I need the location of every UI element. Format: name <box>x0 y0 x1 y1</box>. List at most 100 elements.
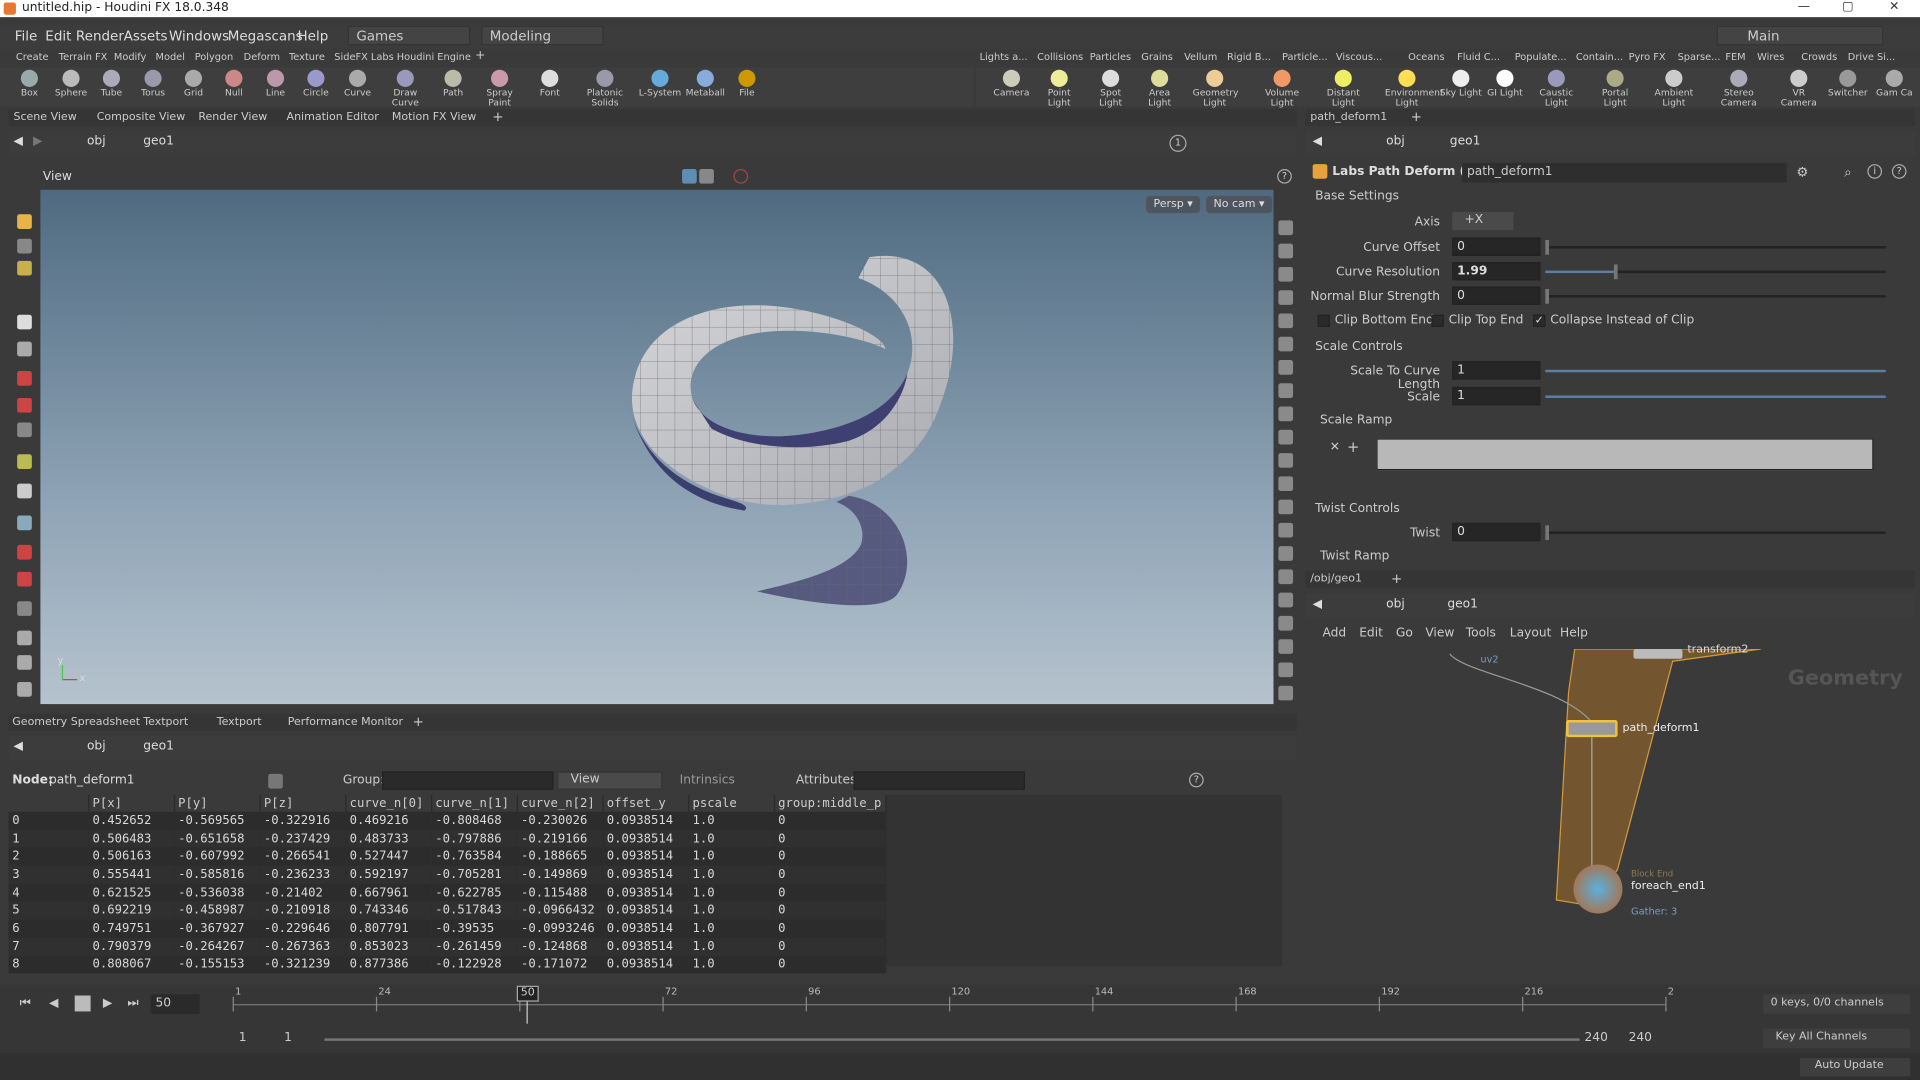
shelf-tool-area-light[interactable]: Area Light <box>1138 67 1182 107</box>
scale-to-curve-length-slider[interactable] <box>1545 369 1886 373</box>
current-frame-field[interactable]: 50 <box>150 994 200 1014</box>
display-option-icon[interactable] <box>1278 243 1294 259</box>
view-dropdown[interactable]: View <box>557 771 663 790</box>
left-tool-icon[interactable] <box>17 544 32 560</box>
range-end[interactable]: 240 <box>1585 1031 1608 1044</box>
shelf-tool-geometry-light[interactable]: Geometry Light <box>1193 67 1238 107</box>
column-header[interactable]: offset_y <box>602 794 689 812</box>
display-option-icon[interactable] <box>1278 639 1294 654</box>
sheet-help-icon[interactable]: ? <box>1188 772 1204 788</box>
scale-slider[interactable] <box>1545 395 1886 398</box>
range-start-2[interactable]: 1 <box>284 1031 292 1044</box>
shelf-tab-modify[interactable]: Modify <box>114 51 146 62</box>
shelf-tool-gam-ca[interactable]: Gam Ca <box>1872 67 1916 106</box>
display-option-icon[interactable] <box>1278 453 1294 468</box>
scale-to-curve-length-field[interactable]: 1 <box>1452 361 1541 380</box>
shelf-tab-right-5[interactable]: Rigid B... <box>1227 51 1271 62</box>
column-header[interactable]: P[y] <box>173 794 261 812</box>
network-editor[interactable]: Geometry uv2 transform2 path_deform1 Blo… <box>1305 644 1916 983</box>
shelf-tool-metaball[interactable]: Metaball <box>683 67 727 106</box>
tab-motion-fx-view[interactable]: Motion FX View <box>392 111 476 123</box>
range-start[interactable]: 1 <box>239 1031 247 1044</box>
display-option-icon[interactable] <box>1278 546 1294 561</box>
menu-edit[interactable]: Edit <box>45 28 71 44</box>
record-icon[interactable] <box>733 168 749 184</box>
add-network-tab-icon[interactable]: + <box>1391 571 1402 587</box>
table-row[interactable]: 6 0.749751 -0.367927 -0.229646 0.807791 -0.39… <box>8 919 887 938</box>
shelf-tab-right-10[interactable]: Populate... <box>1515 51 1567 62</box>
play-reverse-button[interactable]: ◀ <box>49 997 58 1010</box>
table-row[interactable]: 3 0.555441 -0.585816 -0.236233 0.592197 -0.70… <box>8 865 887 884</box>
curve-offset-slider[interactable] <box>1545 246 1886 249</box>
column-header[interactable]: P[x] <box>88 794 175 812</box>
jump-end-button[interactable]: ⏭ <box>127 997 138 1010</box>
param-breadcrumb-geo1[interactable]: geo1 <box>1450 135 1481 148</box>
shelf-tab-houdini-engine[interactable]: Houdini Engine <box>397 51 471 62</box>
desktop-main-dropdown[interactable]: Main <box>1716 25 1884 46</box>
group-field[interactable] <box>382 771 554 790</box>
left-tool-icon[interactable] <box>17 341 32 357</box>
shelf-tab-polygon[interactable]: Polygon <box>195 51 233 62</box>
range-slider[interactable] <box>324 1038 1580 1041</box>
gear-icon[interactable]: ⚙ <box>1796 164 1808 180</box>
left-tool-icon[interactable] <box>17 214 32 229</box>
pin-icon[interactable]: 1 <box>1169 134 1187 152</box>
shelf-tool-spray-paint[interactable]: Spray Paint <box>478 67 522 107</box>
shelf-tool-ambient-light[interactable]: Ambient Light <box>1652 67 1696 107</box>
shelf-tab-right-7[interactable]: Viscous... <box>1336 51 1382 62</box>
section-twist-controls[interactable]: Twist Controls <box>1315 502 1400 515</box>
search-icon[interactable]: ⌕ <box>1844 164 1852 181</box>
shelf-tool-font[interactable]: Font <box>528 67 572 106</box>
left-tool-icon[interactable] <box>17 655 32 670</box>
shelf-tab-deform[interactable]: Deform <box>244 51 280 62</box>
shelf-tool-grid[interactable]: Grid <box>171 67 215 106</box>
left-tool-icon[interactable] <box>17 571 32 587</box>
network-back-arrow-icon[interactable]: ◀ <box>1313 598 1322 611</box>
twist-slider[interactable] <box>1545 531 1886 534</box>
axis-dropdown[interactable]: +X <box>1452 211 1514 231</box>
intrinsics-dropdown[interactable]: Intrinsics <box>680 774 735 787</box>
normal-blur-strength-field[interactable]: 0 <box>1452 286 1541 305</box>
shelf-tab-right-14[interactable]: FEM <box>1725 51 1745 62</box>
shelf-tab-right-12[interactable]: Pyro FX <box>1629 51 1666 62</box>
clip-top-checkbox[interactable] <box>1431 314 1444 327</box>
left-tool-icon[interactable] <box>17 371 32 386</box>
display-option-icon[interactable] <box>1278 522 1294 538</box>
add-tab-icon[interactable]: + <box>492 109 503 125</box>
menu-megascans[interactable]: Megascans <box>228 28 303 44</box>
shelf-tool-portal-light[interactable]: Portal Light <box>1593 67 1637 107</box>
display-icon[interactable] <box>699 168 714 184</box>
maximize-button[interactable]: ▢ <box>1829 0 1866 13</box>
desktop-modeling-dropdown[interactable]: Modeling <box>481 25 604 46</box>
display-option-icon[interactable] <box>1278 290 1294 305</box>
network-menu-tools[interactable]: Tools <box>1466 627 1496 640</box>
table-row[interactable]: 0 0.452652 -0.569565 -0.322916 0.469216 -0.80… <box>8 811 887 830</box>
menu-windows[interactable]: Windows <box>169 28 229 44</box>
curve-resolution-field[interactable]: 1.99 <box>1452 262 1541 281</box>
display-option-icon[interactable] <box>1278 336 1294 352</box>
column-header[interactable]: curve_n[2] <box>516 794 604 812</box>
shelf-tool-circle[interactable]: Circle <box>294 67 338 106</box>
info-icon[interactable]: i <box>1867 164 1883 179</box>
playhead-marker[interactable]: 50 <box>516 985 539 1002</box>
column-header[interactable]: curve_n[0] <box>345 794 432 812</box>
network-menu-add[interactable]: Add <box>1322 627 1346 640</box>
param-help-icon[interactable]: ? <box>1891 164 1907 179</box>
left-tool-icon[interactable] <box>17 397 32 413</box>
display-option-icon[interactable] <box>1278 685 1294 701</box>
display-option-icon[interactable] <box>1278 383 1294 398</box>
left-tool-icon[interactable] <box>17 238 32 254</box>
viewport-help-icon[interactable]: ? <box>1277 168 1292 184</box>
twist-field[interactable]: 0 <box>1452 522 1541 542</box>
snap-icon[interactable] <box>682 168 697 184</box>
shelf-tab-sidefx-labs[interactable]: SideFX Labs <box>334 51 393 62</box>
shelf-tool-platonic-solids[interactable]: Platonic Solids <box>583 67 627 107</box>
range-end-2[interactable]: 240 <box>1629 1031 1652 1044</box>
auto-update-dropdown[interactable]: Auto Update <box>1800 1057 1911 1077</box>
node-path-deform1[interactable] <box>1566 720 1618 738</box>
back-arrow-icon[interactable]: ◀ <box>13 135 22 148</box>
tab-textport-1[interactable]: Textport <box>143 716 188 728</box>
shelf-tool-volume-light[interactable]: Volume Light <box>1260 67 1304 107</box>
node-foreach-end1[interactable] <box>1573 864 1623 914</box>
add-sheet-tab-icon[interactable]: + <box>413 714 424 730</box>
